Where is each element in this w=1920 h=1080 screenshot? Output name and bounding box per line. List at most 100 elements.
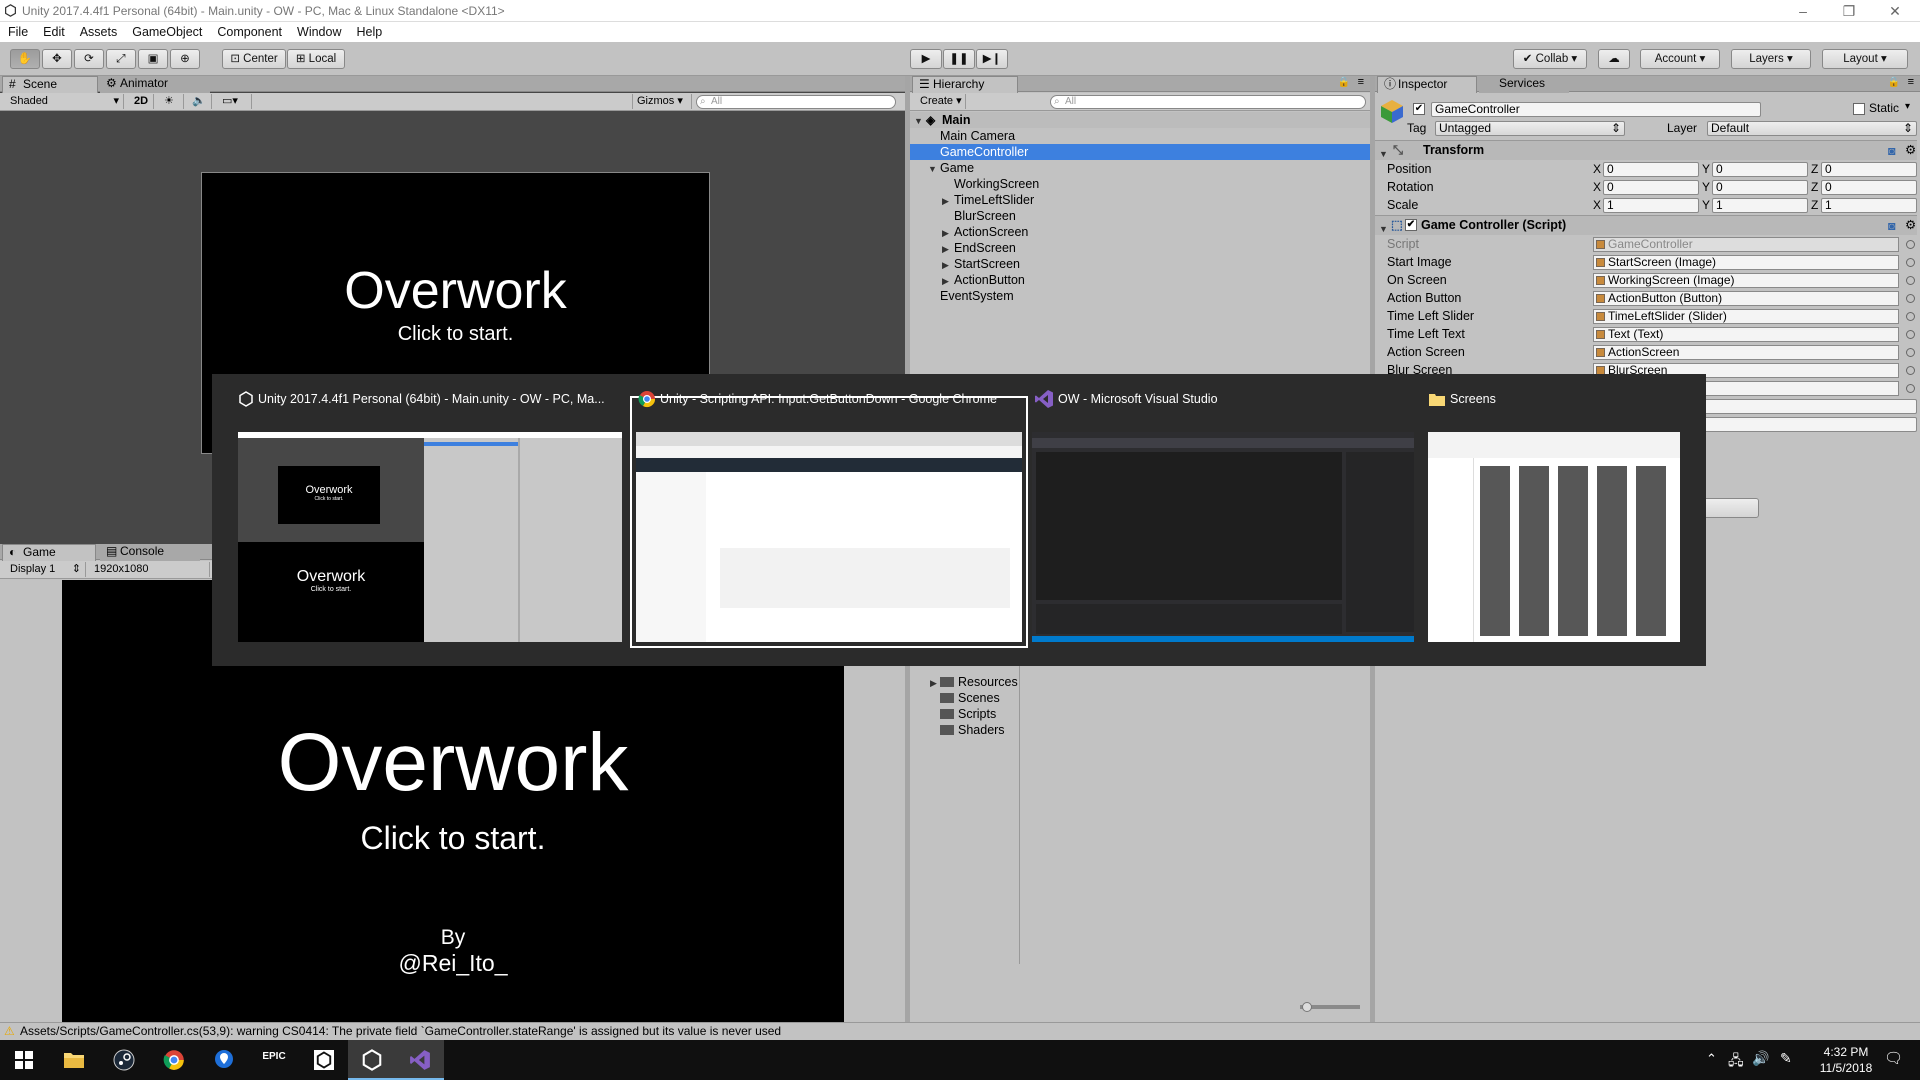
visual-studio-taskbar-button[interactable]: [396, 1040, 444, 1080]
audio-toggle[interactable]: 🔈: [188, 94, 212, 109]
active-checkbox[interactable]: ✔: [1413, 103, 1425, 115]
axis-label-z[interactable]: Z: [1811, 162, 1818, 176]
effects-dropdown[interactable]: ▭▾: [218, 94, 252, 109]
chevron-down-icon[interactable]: ▾: [1905, 101, 1910, 112]
help-icon[interactable]: ◙: [1888, 217, 1896, 236]
hierarchy-item[interactable]: GameController: [910, 144, 1370, 160]
space-local-button[interactable]: ⊞ Local: [287, 49, 345, 69]
hierarchy-item[interactable]: Main Camera: [910, 128, 1370, 144]
menu-window[interactable]: Window: [297, 22, 341, 39]
tab-hierarchy[interactable]: ☰ Hierarchy: [912, 76, 1018, 93]
caret-right-icon[interactable]: ▶: [942, 273, 949, 289]
move-tool-button[interactable]: ✥: [42, 49, 72, 69]
caret-right-icon[interactable]: ▶: [942, 193, 949, 209]
unity-hub-taskbar-button[interactable]: [300, 1040, 348, 1080]
object-picker-icon[interactable]: [1906, 348, 1915, 357]
cloud-button[interactable]: ☁: [1598, 49, 1630, 69]
transform-z-field[interactable]: 0: [1821, 180, 1917, 195]
transform-y-field[interactable]: 0: [1712, 162, 1808, 177]
rect-tool-button[interactable]: ▣: [138, 49, 168, 69]
menu-edit[interactable]: Edit: [43, 22, 65, 39]
rotate-tool-button[interactable]: ⟳: [74, 49, 104, 69]
object-picker-icon[interactable]: [1906, 240, 1915, 249]
pivot-center-button[interactable]: ⊡ Center: [222, 49, 286, 69]
transform-y-field[interactable]: 1: [1712, 198, 1808, 213]
axis-label-y[interactable]: Y: [1702, 180, 1710, 194]
menu-gameobject[interactable]: GameObject: [132, 22, 202, 39]
project-folder[interactable]: Scripts: [910, 706, 1020, 722]
collab-dropdown[interactable]: ✔ Collab ▾: [1513, 49, 1587, 69]
object-picker-icon[interactable]: [1906, 384, 1915, 393]
component-enabled-checkbox[interactable]: ✔: [1405, 219, 1417, 231]
object-picker-icon[interactable]: [1906, 276, 1915, 285]
unity-taskbar-button[interactable]: [348, 1040, 396, 1080]
object-name-field[interactable]: GameController: [1431, 102, 1761, 117]
help-icon[interactable]: ◙: [1888, 142, 1896, 161]
axis-label-z[interactable]: Z: [1811, 198, 1818, 212]
scene-root-row[interactable]: ▼ ◈ Main: [910, 112, 1370, 128]
tab-services[interactable]: Services: [1479, 76, 1569, 93]
panel-menu-icon[interactable]: ≡: [1358, 76, 1364, 88]
caret-right-icon[interactable]: ▶: [930, 675, 937, 691]
minimize-button[interactable]: –: [1780, 0, 1826, 22]
transform-z-field[interactable]: 0: [1821, 162, 1917, 177]
scale-tool-button[interactable]: ⤢: [106, 49, 136, 69]
maximize-button[interactable]: ❐: [1826, 0, 1872, 22]
caret-down-icon[interactable]: ▼: [928, 161, 937, 177]
panel-menu-icon[interactable]: ≡: [1908, 76, 1914, 88]
switcher-window-screens[interactable]: [1428, 432, 1680, 642]
lock-icon[interactable]: 🔒: [1338, 77, 1350, 88]
object-picker-icon[interactable]: [1906, 294, 1915, 303]
create-dropdown[interactable]: Create ▾: [916, 94, 966, 109]
shading-dropdown[interactable]: Shaded ▾: [6, 94, 124, 109]
hierarchy-item[interactable]: EventSystem: [910, 288, 1370, 304]
close-button[interactable]: ✕: [1872, 0, 1918, 22]
lock-icon[interactable]: 🔒: [1888, 77, 1900, 88]
caret-right-icon[interactable]: ▶: [942, 225, 949, 241]
axis-label-y[interactable]: Y: [1702, 198, 1710, 212]
transform-y-field[interactable]: 0: [1712, 180, 1808, 195]
transform-z-field[interactable]: 1: [1821, 198, 1917, 213]
steam-taskbar-button[interactable]: [100, 1040, 148, 1080]
gizmos-dropdown[interactable]: Gizmos ▾: [632, 94, 692, 109]
menu-assets[interactable]: Assets: [80, 22, 118, 39]
menu-help[interactable]: Help: [356, 22, 382, 39]
menu-file[interactable]: File: [8, 22, 28, 39]
hierarchy-item[interactable]: ▶ TimeLeftSlider: [910, 192, 1370, 208]
step-button[interactable]: ▶❙: [976, 49, 1008, 69]
object-picker-icon[interactable]: [1906, 312, 1915, 321]
axis-label-x[interactable]: X: [1593, 162, 1601, 176]
hierarchy-item[interactable]: ▶ ActionScreen: [910, 224, 1370, 240]
project-folder[interactable]: ▶ Resources: [910, 674, 1020, 690]
layers-dropdown[interactable]: Layers ▾: [1731, 49, 1811, 69]
hierarchy-item[interactable]: ▶ StartScreen: [910, 256, 1370, 272]
switcher-window-visual-studio[interactable]: [1032, 432, 1414, 642]
object-reference-field[interactable]: GameController: [1593, 237, 1899, 252]
pen-icon[interactable]: ✎: [1780, 1050, 1792, 1067]
tab-console[interactable]: ▤ Console: [100, 544, 200, 561]
play-button[interactable]: ▶: [910, 49, 942, 69]
display-dropdown[interactable]: Display 1 ⇕: [6, 562, 86, 577]
object-reference-field[interactable]: StartScreen (Image): [1593, 255, 1899, 270]
clock[interactable]: 4:32 PM 11/5/2018: [1806, 1044, 1886, 1076]
axis-label-x[interactable]: X: [1593, 198, 1601, 212]
volume-icon[interactable]: 🔊: [1752, 1050, 1769, 1067]
transform-x-field[interactable]: 1: [1603, 198, 1699, 213]
file-explorer-taskbar-button[interactable]: [50, 1040, 98, 1080]
caret-right-icon[interactable]: ▶: [942, 257, 949, 273]
object-reference-field[interactable]: TimeLeftSlider (Slider): [1593, 309, 1899, 324]
resolution-dropdown[interactable]: 1920x1080: [90, 562, 210, 577]
lighting-toggle[interactable]: ☀: [160, 94, 184, 109]
account-dropdown[interactable]: Account ▾: [1640, 49, 1720, 69]
hierarchy-item[interactable]: ▶ ActionButton: [910, 272, 1370, 288]
hierarchy-item[interactable]: ▶ EndScreen: [910, 240, 1370, 256]
object-reference-field[interactable]: ActionScreen: [1593, 345, 1899, 360]
network-icon[interactable]: 🖧: [1728, 1050, 1744, 1074]
axis-label-x[interactable]: X: [1593, 180, 1601, 194]
tab-scene[interactable]: # Scene: [2, 76, 98, 93]
chrome-taskbar-button[interactable]: [150, 1040, 198, 1080]
hierarchy-item[interactable]: BlurScreen: [910, 208, 1370, 224]
layer-dropdown[interactable]: Default ⇕: [1707, 121, 1917, 136]
tag-dropdown[interactable]: Untagged ⇕: [1435, 121, 1625, 136]
gear-icon[interactable]: ⚙: [1905, 216, 1916, 235]
